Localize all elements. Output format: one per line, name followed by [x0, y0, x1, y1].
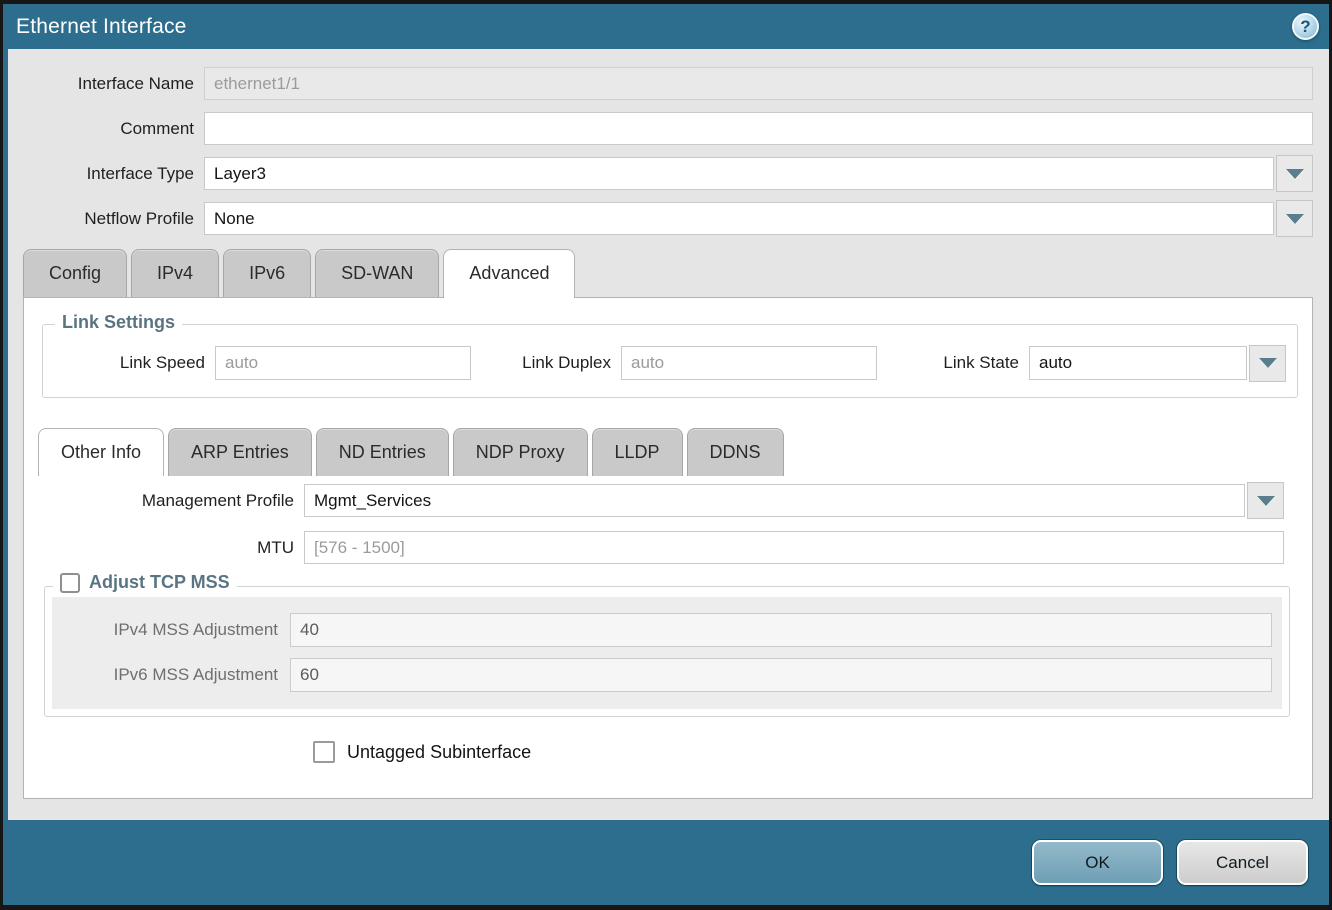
management-profile-row: Management Profile — [24, 478, 1312, 523]
tab-sdwan[interactable]: SD-WAN — [315, 249, 439, 297]
link-settings-fieldset: Link Settings Link Speed Link Duplex Lin… — [42, 324, 1298, 398]
link-speed-label: Link Speed — [43, 353, 215, 373]
netflow-profile-field[interactable] — [204, 202, 1274, 235]
titlebar: Ethernet Interface ? — [3, 4, 1329, 49]
netflow-profile-row: Netflow Profile — [8, 196, 1329, 241]
chevron-down-icon — [1257, 496, 1275, 506]
ipv6-mss-field — [290, 658, 1272, 692]
adjust-tcp-mss-legend-text: Adjust TCP MSS — [89, 572, 230, 593]
mtu-field[interactable] — [304, 531, 1284, 564]
chevron-down-icon — [1286, 214, 1304, 224]
subtab-ndp-proxy[interactable]: NDP Proxy — [453, 428, 588, 476]
tab-config[interactable]: Config — [23, 249, 127, 297]
dialog-title: Ethernet Interface — [16, 15, 187, 39]
untagged-subinterface-checkbox[interactable] — [313, 741, 335, 763]
subtab-lldp[interactable]: LLDP — [592, 428, 683, 476]
interface-type-row: Interface Type — [8, 151, 1329, 196]
interface-name-label: Interface Name — [8, 74, 204, 94]
main-tabs: Config IPv4 IPv6 SD-WAN Advanced — [23, 249, 1329, 297]
interface-type-field[interactable] — [204, 157, 1274, 190]
netflow-profile-dropdown-button[interactable] — [1276, 200, 1313, 237]
link-state-dropdown-button[interactable] — [1249, 345, 1286, 382]
comment-label: Comment — [8, 119, 204, 139]
link-settings-row: Link Speed Link Duplex Link State — [43, 325, 1297, 397]
adjust-tcp-mss-checkbox[interactable] — [60, 573, 80, 593]
cancel-button[interactable]: Cancel — [1177, 840, 1308, 885]
ethernet-interface-dialog: Ethernet Interface ? Interface Name Comm… — [0, 0, 1332, 910]
chevron-down-icon — [1286, 169, 1304, 179]
link-duplex-field[interactable] — [621, 346, 877, 380]
link-duplex-label: Link Duplex — [471, 353, 621, 373]
interface-name-field — [204, 67, 1313, 100]
mss-disabled-area: IPv4 MSS Adjustment IPv6 MSS Adjustment — [52, 597, 1282, 709]
comment-row: Comment — [8, 106, 1329, 151]
link-settings-legend: Link Settings — [55, 312, 182, 333]
management-profile-label: Management Profile — [24, 491, 304, 511]
interface-name-row: Interface Name — [8, 61, 1329, 106]
management-profile-dropdown-button[interactable] — [1247, 482, 1284, 519]
ipv4-mss-label: IPv4 MSS Adjustment — [62, 620, 290, 640]
subtab-ddns[interactable]: DDNS — [687, 428, 784, 476]
tab-ipv6[interactable]: IPv6 — [223, 249, 311, 297]
ipv6-mss-label: IPv6 MSS Adjustment — [62, 665, 290, 685]
interface-type-label: Interface Type — [8, 164, 204, 184]
link-speed-field[interactable] — [215, 346, 471, 380]
subtab-nd-entries[interactable]: ND Entries — [316, 428, 449, 476]
dialog-footer: OK Cancel — [3, 820, 1329, 905]
adjust-tcp-mss-fieldset: Adjust TCP MSS IPv4 MSS Adjustment IPv6 … — [44, 586, 1290, 717]
interface-type-dropdown-button[interactable] — [1276, 155, 1313, 192]
link-state-label: Link State — [877, 353, 1029, 373]
management-profile-field[interactable] — [304, 484, 1245, 517]
subtab-other-info[interactable]: Other Info — [38, 428, 164, 476]
ipv4-mss-field — [290, 613, 1272, 647]
chevron-down-icon — [1259, 358, 1277, 368]
adjust-tcp-mss-legend: Adjust TCP MSS — [53, 572, 237, 593]
help-icon[interactable]: ? — [1292, 13, 1319, 40]
mtu-row: MTU — [24, 525, 1312, 570]
advanced-tab-panel: Link Settings Link Speed Link Duplex Lin… — [23, 297, 1313, 799]
ok-button[interactable]: OK — [1032, 840, 1163, 885]
sub-tabs: Other Info ARP Entries ND Entries NDP Pr… — [38, 428, 1312, 476]
untagged-subinterface-row: Untagged Subinterface — [313, 741, 1312, 763]
tab-advanced[interactable]: Advanced — [443, 249, 575, 298]
untagged-subinterface-label: Untagged Subinterface — [335, 742, 531, 763]
tab-ipv4[interactable]: IPv4 — [131, 249, 219, 297]
dialog-body: Interface Name Comment Interface Type Ne… — [3, 49, 1329, 820]
subtab-arp-entries[interactable]: ARP Entries — [168, 428, 312, 476]
comment-field[interactable] — [204, 112, 1313, 145]
mtu-label: MTU — [24, 538, 304, 558]
ipv6-mss-row: IPv6 MSS Adjustment — [62, 652, 1272, 697]
ipv4-mss-row: IPv4 MSS Adjustment — [62, 607, 1272, 652]
netflow-profile-label: Netflow Profile — [8, 209, 204, 229]
link-state-field[interactable] — [1029, 346, 1247, 380]
